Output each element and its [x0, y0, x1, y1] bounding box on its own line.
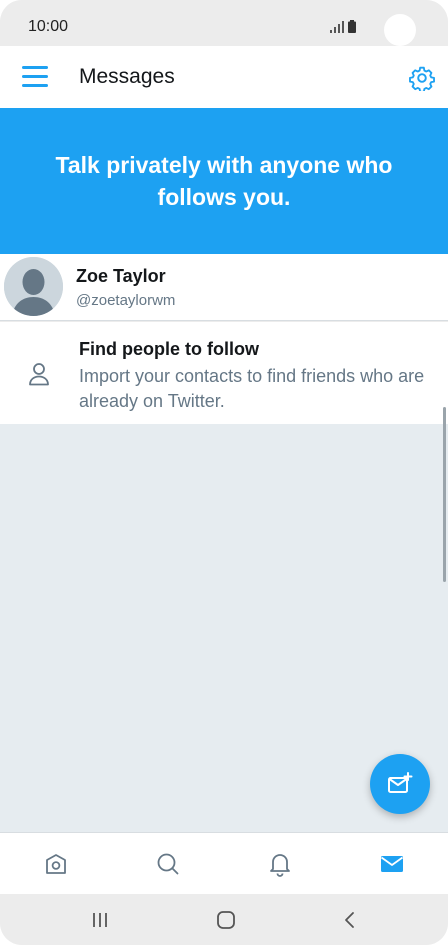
- new-message-button[interactable]: [370, 754, 430, 814]
- promo-banner: Talk privately with anyone who follows y…: [0, 108, 448, 254]
- back-icon: [345, 912, 354, 928]
- banner-text: Talk privately with anyone who follows y…: [55, 152, 393, 210]
- hamburger-menu-icon[interactable]: [22, 66, 48, 88]
- app-bar: Messages: [0, 46, 448, 108]
- avatar: [4, 257, 63, 316]
- user-name: Zoe Taylor: [76, 266, 166, 286]
- system-nav-bar: [0, 894, 448, 945]
- new-message-icon: [388, 772, 413, 793]
- recents-button[interactable]: [80, 906, 120, 934]
- default-avatar-icon: [4, 257, 63, 316]
- home-button[interactable]: [206, 906, 246, 934]
- bell-icon: [270, 854, 290, 877]
- back-button[interactable]: [330, 906, 370, 934]
- bottom-nav: [0, 832, 448, 894]
- tab-messages[interactable]: [336, 833, 448, 895]
- tab-search[interactable]: [112, 833, 224, 895]
- camera-cutout: [384, 14, 416, 46]
- scrollbar[interactable]: [443, 407, 446, 582]
- phone-screen: 10:00 Messages Talk privately with anyon…: [0, 0, 448, 945]
- home-button-icon: [217, 911, 235, 929]
- find-people-row[interactable]: Find people to follow Import your contac…: [0, 322, 448, 424]
- tab-home[interactable]: [0, 833, 112, 895]
- battery-icon: [348, 20, 356, 33]
- find-people-title: Find people to follow: [79, 339, 259, 359]
- signal-icon: [330, 21, 344, 33]
- status-bar: 10:00: [0, 0, 448, 46]
- user-row[interactable]: Zoe Taylor @zoetaylorwm: [0, 254, 448, 321]
- status-time: 10:00: [28, 18, 69, 35]
- page-title: Messages: [79, 65, 175, 88]
- gear-icon[interactable]: [409, 65, 435, 91]
- home-icon: [46, 854, 66, 874]
- recents-icon: [93, 913, 107, 927]
- tab-notifications[interactable]: [224, 833, 336, 895]
- find-people-description: Import your contacts to find friends who…: [79, 366, 425, 411]
- user-handle: @zoetaylorwm: [76, 292, 176, 309]
- person-icon: [29, 363, 49, 386]
- mail-icon: [380, 856, 404, 872]
- search-icon: [157, 853, 179, 875]
- status-icons: [330, 20, 356, 33]
